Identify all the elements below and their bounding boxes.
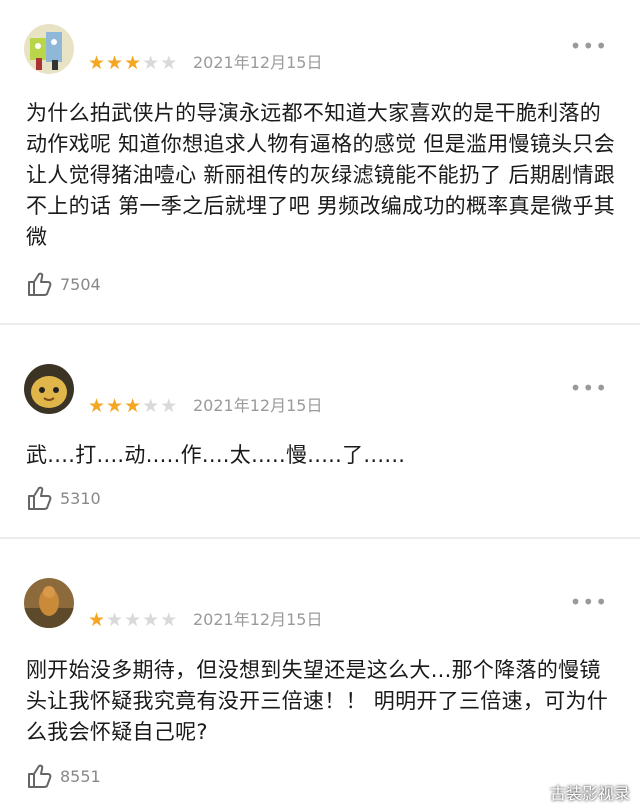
avatar[interactable]: [24, 24, 74, 74]
thumbs-up-icon: [26, 270, 54, 298]
review-text: 武....打....动.....作....太.....慢.....了......: [26, 443, 406, 467]
star-empty-icon: ★: [160, 395, 178, 417]
star-rating: ★ ★ ★ ★ ★: [88, 396, 177, 416]
star-filled-icon: ★: [106, 395, 124, 417]
star-empty-icon: ★: [142, 395, 160, 417]
like-button[interactable]: 8551: [26, 762, 101, 790]
more-dots-icon[interactable]: •••: [570, 592, 608, 612]
star-empty-icon: ★: [106, 609, 124, 631]
review-date: 2021年12月15日: [193, 53, 323, 72]
watermark: 古装影视录: [549, 784, 630, 803]
like-button[interactable]: 5310: [26, 484, 101, 512]
thumbs-up-icon: [26, 484, 54, 512]
star-empty-icon: ★: [160, 609, 178, 631]
star-filled-icon: ★: [88, 609, 106, 631]
star-empty-icon: ★: [160, 52, 178, 74]
divider: [0, 537, 640, 539]
more-dots-icon[interactable]: •••: [570, 36, 608, 56]
star-filled-icon: ★: [88, 395, 106, 417]
like-count: 5310: [60, 488, 101, 508]
star-filled-icon: ★: [124, 52, 142, 74]
star-filled-icon: ★: [124, 395, 142, 417]
like-count: 8551: [60, 766, 101, 786]
like-button[interactable]: 7504: [26, 270, 101, 298]
avatar[interactable]: [24, 364, 74, 414]
star-empty-icon: ★: [142, 609, 160, 631]
star-filled-icon: ★: [106, 52, 124, 74]
review-text: 为什么拍武侠片的导演永远都不知道大家喜欢的是干脆利落的动作戏呢 知道你想追求人物…: [26, 101, 616, 249]
star-empty-icon: ★: [124, 609, 142, 631]
star-rating: ★ ★ ★ ★ ★: [88, 610, 177, 630]
like-count: 7504: [60, 274, 101, 294]
review-text: 刚开始没多期待，但没想到失望还是这么大...那个降落的慢镜头让我怀疑我究竟有没开…: [26, 658, 609, 744]
star-empty-icon: ★: [142, 52, 160, 74]
thumbs-up-icon: [26, 762, 54, 790]
review-date: 2021年12月15日: [193, 396, 323, 415]
star-rating: ★ ★ ★ ★ ★: [88, 53, 177, 73]
review-date: 2021年12月15日: [193, 610, 323, 629]
star-filled-icon: ★: [88, 52, 106, 74]
more-dots-icon[interactable]: •••: [570, 378, 608, 398]
divider: [0, 323, 640, 325]
avatar[interactable]: [24, 578, 74, 628]
